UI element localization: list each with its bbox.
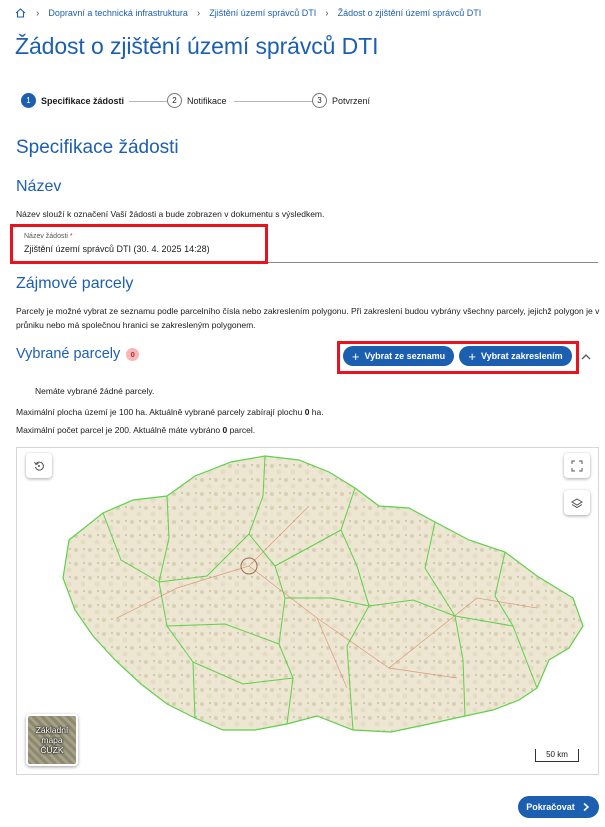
step-3[interactable]: 3 Potvrzení: [312, 93, 370, 108]
reset-view-button[interactable]: [26, 453, 52, 478]
step-connector: [129, 101, 167, 102]
breadcrumb: › Dopravní a technická infrastruktura › …: [14, 6, 481, 20]
chevron-right-icon: ›: [196, 7, 201, 19]
fullscreen-button[interactable]: [564, 453, 590, 478]
step-label: Notifikace: [187, 95, 227, 106]
step-connector: [234, 101, 312, 102]
step-2[interactable]: 2 Notifikace: [167, 93, 227, 108]
chevron-up-icon[interactable]: [580, 351, 592, 363]
breadcrumb-link-infrastructure[interactable]: Dopravní a technická infrastruktura: [48, 8, 188, 18]
chevron-right-icon: [583, 802, 589, 812]
selected-parcels-heading: Vybrané parcely 0: [16, 346, 140, 362]
layers-button[interactable]: [564, 490, 590, 515]
fullscreen-icon: [571, 460, 583, 471]
step-number: 2: [167, 93, 182, 108]
layers-icon: [571, 497, 583, 508]
continue-button[interactable]: Pokračovat: [518, 796, 599, 818]
scale-bar: 50 km: [535, 749, 579, 762]
map-canvas[interactable]: [17, 448, 599, 775]
step-1[interactable]: 1 Specifikace žádosti: [21, 93, 124, 108]
count-info: Maximální počet parcel je 200. Aktuálně …: [16, 425, 256, 435]
selected-count-badge: 0: [126, 347, 140, 361]
step-number: 1: [21, 93, 36, 108]
czech-republic-shape: [62, 455, 584, 733]
step-label: Specifikace žádosti: [41, 95, 125, 106]
basemap-label: ČÚZK: [40, 745, 64, 755]
section-title-name: Název: [16, 178, 62, 195]
highlight-box-name: [10, 224, 268, 264]
breadcrumb-link-request[interactable]: Žádost o zjištění území správců DTI: [338, 8, 482, 18]
stepper: 1 Specifikace žádosti 2 Notifikace 3 Pot…: [21, 93, 381, 109]
step-label: Potvrzení: [332, 95, 371, 106]
empty-parcels-message: Nemáte vybrané žádné parcely.: [35, 386, 155, 396]
reset-icon: [34, 461, 44, 471]
step-number: 3: [312, 93, 327, 108]
breadcrumb-link-dti[interactable]: Zjištění území správců DTI: [209, 8, 316, 18]
basemap-switcher[interactable]: Základní mapa ČÚZK: [26, 714, 78, 766]
selected-parcels-title: Vybrané parcely: [16, 346, 121, 362]
area-info: Maximální plocha území je 100 ha. Aktuál…: [16, 407, 324, 417]
map-view[interactable]: Základní mapa ČÚZK 50 km: [16, 447, 599, 775]
name-description: Název slouží k označení Vaší žádosti a b…: [16, 209, 325, 219]
basemap-label: Základní: [35, 725, 69, 735]
home-icon[interactable]: [14, 7, 27, 19]
parcels-description: Parcely je možné vybrat ze seznamu podle…: [16, 306, 600, 330]
section-title-specification: Specifikace žádosti: [16, 137, 179, 158]
page-title: Žádost o zjištění území správců DTI: [15, 33, 379, 59]
highlight-box-buttons: [337, 341, 579, 374]
chevron-right-icon: ›: [36, 7, 40, 19]
chevron-right-icon: ›: [325, 7, 329, 19]
basemap-label: mapa: [41, 735, 63, 745]
section-title-parcels: Zájmové parcely: [16, 275, 134, 292]
